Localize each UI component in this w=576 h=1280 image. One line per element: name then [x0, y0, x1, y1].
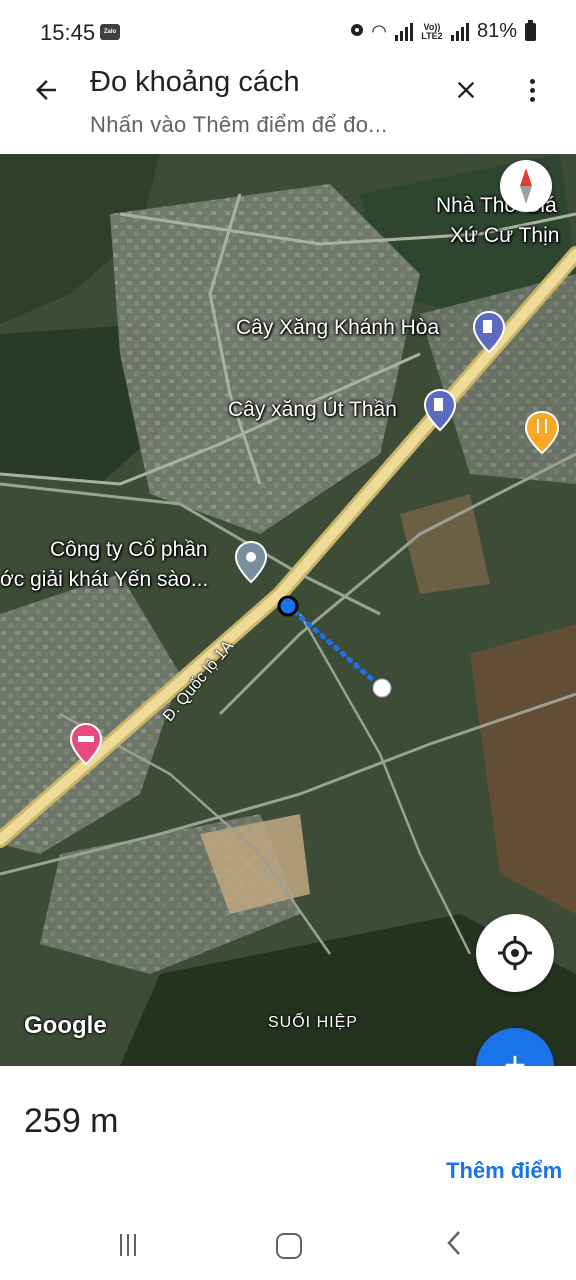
system-nav-bar — [0, 1216, 576, 1280]
add-point-button[interactable]: Thêm điểm — [446, 1158, 562, 1184]
my-location-icon — [498, 936, 532, 970]
my-location-button[interactable] — [476, 914, 554, 992]
back-button[interactable] — [26, 70, 66, 110]
status-bar: 15:45 Zalo ◠ Vo)) LTE2 81% — [0, 0, 576, 64]
measure-start-point — [277, 595, 299, 617]
map-label-church-2[interactable]: Xứ Cư Thịn — [450, 224, 559, 248]
zalo-notification-icon: Zalo — [100, 24, 120, 40]
recents-button[interactable] — [116, 1234, 140, 1258]
wifi-icon: ◠ — [371, 21, 387, 41]
system-back-button[interactable] — [440, 1228, 468, 1260]
plus-icon: + — [503, 1045, 527, 1066]
chevron-left-icon — [447, 1231, 460, 1255]
home-button[interactable] — [276, 1233, 302, 1259]
battery-icon — [525, 19, 536, 41]
status-time: 15:45 — [40, 20, 96, 45]
map-label-company-1[interactable]: Công ty Cổ phần — [50, 538, 208, 562]
signal-2-icon — [450, 22, 469, 41]
page-subtitle: Nhấn vào Thêm điểm để đo... — [90, 112, 388, 137]
compass-icon — [520, 168, 532, 204]
signal-1-icon — [394, 22, 413, 41]
measure-end-point — [372, 678, 392, 698]
distance-value: 259 m — [24, 1102, 119, 1140]
app-bar: Đo khoảng cách Nhấn vào Thêm điểm để đo.… — [0, 64, 576, 154]
close-icon — [457, 81, 475, 99]
page-title: Đo khoảng cách — [90, 66, 300, 98]
status-icons: ◠ Vo)) LTE2 81% — [351, 19, 536, 43]
map-view[interactable]: Nhà Thờ Giá Xứ Cư Thịn Cây Xăng Khánh Hò… — [0, 154, 576, 1066]
map-label-gas-station-2[interactable]: Cây xăng Út Thần — [228, 398, 397, 422]
google-logo: Google — [24, 1012, 107, 1039]
map-label-gas-station-1[interactable]: Cây Xăng Khánh Hòa — [236, 316, 439, 340]
arrow-left-icon — [36, 80, 56, 100]
map-label-district: SUỐI HIỆP — [268, 1014, 358, 1031]
battery-percent: 81% — [476, 20, 517, 42]
volte-icon: Vo)) LTE2 — [421, 21, 443, 41]
location-status-icon — [351, 23, 364, 40]
measurement-panel: 259 m Thêm điểm — [0, 1066, 576, 1216]
map-label-company-2[interactable]: ớc giải khát Yến sào... — [0, 568, 208, 592]
more-options-button[interactable] — [512, 70, 552, 110]
close-button[interactable] — [446, 70, 486, 110]
compass-button[interactable] — [500, 160, 552, 212]
